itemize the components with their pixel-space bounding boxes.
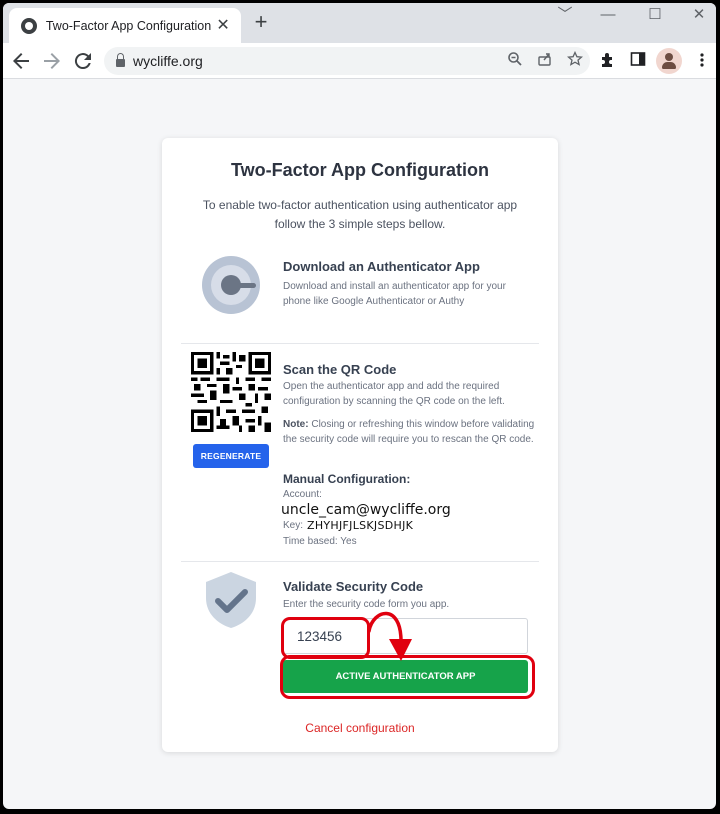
note-text: Closing or refreshing this window before… xyxy=(283,419,535,445)
key-value: ZHYHJFJLSKJSDHJK xyxy=(307,519,414,532)
divider xyxy=(181,343,539,344)
tab-title: Two-Factor App Configuration xyxy=(45,18,212,33)
account-value: uncle_cam@wycliffe.org xyxy=(281,502,451,518)
account-label: Account: xyxy=(283,489,322,500)
manual-config-title: Manual Configuration: xyxy=(283,472,411,486)
new-tab-button[interactable]: + xyxy=(249,11,273,35)
time-based-text: Time based: Yes xyxy=(283,536,357,547)
step1-title: Download an Authenticator App xyxy=(283,259,480,274)
cancel-configuration-link[interactable]: Cancel configuration xyxy=(162,721,558,735)
divider xyxy=(181,561,539,562)
browser-toolbar: wycliffe.org xyxy=(3,43,716,79)
annotation-arrow-icon xyxy=(367,611,412,661)
close-window-icon[interactable]: ✕ xyxy=(684,6,714,24)
back-arrow-icon[interactable] xyxy=(9,49,33,73)
kebab-menu-icon[interactable] xyxy=(691,51,713,73)
address-bar[interactable]: wycliffe.org xyxy=(104,47,590,75)
qr-code-image xyxy=(191,352,271,432)
lock-icon xyxy=(116,53,125,67)
puzzle-icon[interactable] xyxy=(597,51,619,73)
shield-check-icon xyxy=(206,572,256,628)
globe-favicon-icon xyxy=(21,17,37,34)
profile-avatar-icon[interactable] xyxy=(656,48,682,74)
zoom-icon[interactable] xyxy=(500,51,530,71)
minimize-icon[interactable]: — xyxy=(593,6,623,24)
intro-text: To enable two-factor authentication usin… xyxy=(202,198,518,231)
share-icon[interactable] xyxy=(530,51,560,71)
tab-close-icon[interactable]: ✕ xyxy=(211,17,235,34)
tab-bar: Two-Factor App Configuration ✕ + ﹀ — ☐ ✕ xyxy=(3,3,716,43)
step2-note: Note: Closing or refreshing this window … xyxy=(283,417,535,447)
key-label: Key: xyxy=(283,520,304,531)
reload-icon[interactable] xyxy=(71,49,95,73)
url-text: wycliffe.org xyxy=(133,53,203,69)
step3-title: Validate Security Code xyxy=(283,579,424,594)
note-label: Note: xyxy=(283,419,309,430)
step2-title: Scan the QR Code xyxy=(283,362,397,377)
tab-search-icon[interactable]: ﹀ xyxy=(550,6,580,24)
page-title: Two-Factor App Configuration xyxy=(231,160,489,180)
side-panel-icon[interactable] xyxy=(627,51,649,73)
authenticator-app-icon xyxy=(202,256,260,314)
step2-text: Open the authenticator app and add the r… xyxy=(283,381,505,407)
annotation-highlight-input xyxy=(281,617,370,659)
maximize-icon[interactable]: ☐ xyxy=(640,6,670,24)
browser-tab[interactable]: Two-Factor App Configuration ✕ xyxy=(9,8,241,43)
forward-arrow-icon[interactable] xyxy=(40,49,64,73)
star-icon[interactable] xyxy=(560,50,590,71)
browser-window: Two-Factor App Configuration ✕ + ﹀ — ☐ ✕… xyxy=(3,3,716,809)
regenerate-button[interactable]: REGENERATE xyxy=(193,444,269,468)
step1-text: Download and install an authenticator ap… xyxy=(283,281,506,307)
